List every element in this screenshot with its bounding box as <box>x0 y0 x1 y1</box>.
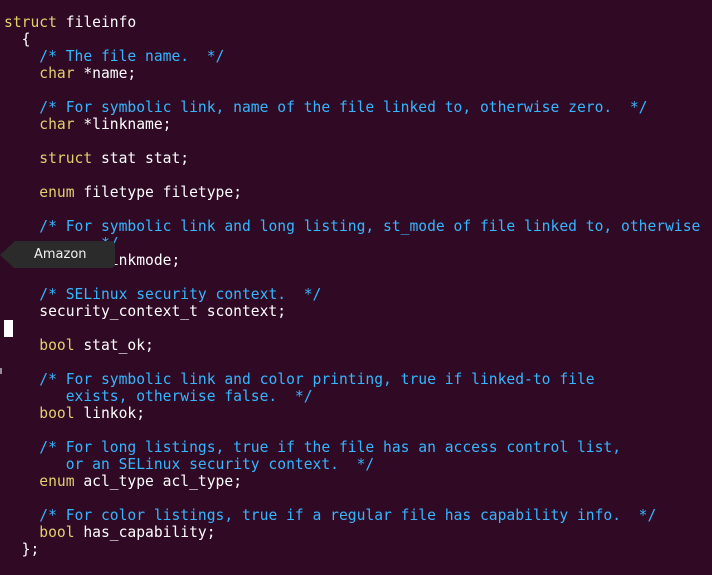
comment-token: /* For symbolic link and color printing,… <box>39 371 595 388</box>
tooltip-arrow-icon <box>0 241 14 268</box>
code-line: enum filetype filetype; <box>4 184 700 201</box>
code-text-token: filetype filetype; <box>74 184 243 201</box>
tooltip-label: Amazon <box>14 241 115 268</box>
scroll-edge-marker <box>0 368 2 374</box>
code-line: /* For symbolic link and long listing, s… <box>4 218 700 235</box>
code-line: bool has_capability; <box>4 524 700 541</box>
comment-token: /* SELinux security context. */ <box>39 286 322 303</box>
code-line: bool linkok; <box>4 405 700 422</box>
keyword-token: enum <box>39 184 75 201</box>
code-line: struct fileinfo <box>4 14 700 31</box>
comment-token: /* For symbolic link, name of the file l… <box>39 99 648 116</box>
code-text-token: has_capability; <box>74 524 216 541</box>
terminal-window[interactable]: struct fileinfo { /* The file name. */ c… <box>0 0 712 575</box>
comment-token: /* For long listings, true if the file h… <box>39 439 622 456</box>
comment-token: exists, otherwise false. */ <box>65 388 313 405</box>
code-text-token: stat stat; <box>92 150 190 167</box>
code-line: /* For symbolic link, name of the file l… <box>4 99 700 116</box>
comment-token: /* For color listings, true if a regular… <box>39 507 657 524</box>
keyword-token: bool <box>39 405 75 422</box>
code-text-token: stat_ok; <box>74 337 154 354</box>
code-line: or an SELinux security context. */ <box>4 456 700 473</box>
code-line: char *name; <box>4 65 700 82</box>
keyword-token: bool <box>39 524 75 541</box>
launcher-tooltip: Amazon <box>0 241 115 268</box>
code-text-token: acl_type acl_type; <box>74 473 243 490</box>
code-text-token: security_context_t scontext; <box>4 303 287 320</box>
code-line: /* For symbolic link and color printing,… <box>4 371 700 388</box>
code-line: /* For long listings, true if the file h… <box>4 439 700 456</box>
keyword-token: char <box>39 116 75 133</box>
code-text-token: linkok; <box>74 405 146 422</box>
text-cursor <box>4 320 13 337</box>
code-line: /* The file name. */ <box>4 48 700 65</box>
code-line: exists, otherwise false. */ <box>4 388 700 405</box>
code-text-token: *name; <box>74 65 137 82</box>
code-line: /* SELinux security context. */ <box>4 286 700 303</box>
keyword-token: struct <box>4 14 57 31</box>
keyword-token: enum <box>39 473 75 490</box>
keyword-token: bool <box>39 337 75 354</box>
code-line: { <box>4 31 700 48</box>
code-line: struct stat stat; <box>4 150 700 167</box>
code-line: security_context_t scontext; <box>4 303 700 320</box>
keyword-token: char <box>39 65 75 82</box>
code-text-token: fileinfo <box>56 14 137 31</box>
comment-token: /* For symbolic link and long listing, s… <box>39 218 701 235</box>
code-line: char *linkname; <box>4 116 700 133</box>
comment-token: or an SELinux security context. */ <box>65 456 375 473</box>
code-line: /* For color listings, true if a regular… <box>4 507 700 524</box>
code-text-token: { <box>4 31 31 48</box>
code-view[interactable]: struct fileinfo { /* The file name. */ c… <box>4 14 700 558</box>
code-line: }; <box>4 541 700 558</box>
comment-token: /* The file name. */ <box>39 48 225 65</box>
code-line: enum acl_type acl_type; <box>4 473 700 490</box>
code-text-token: *linkname; <box>74 116 172 133</box>
code-text-token: }; <box>4 541 40 558</box>
keyword-token: struct <box>39 150 93 167</box>
code-line: bool stat_ok; <box>4 337 700 354</box>
